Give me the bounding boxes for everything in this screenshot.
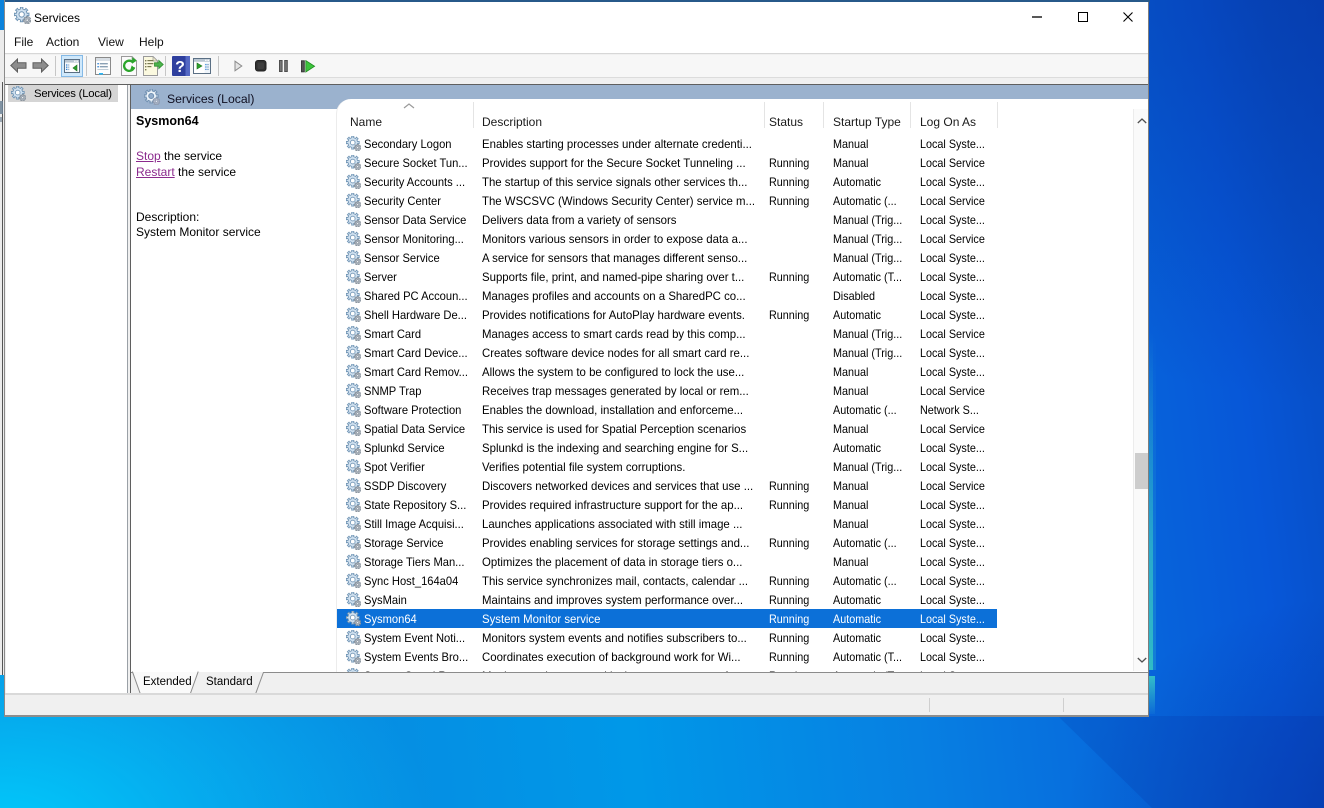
svg-text:?: ? xyxy=(175,59,185,76)
